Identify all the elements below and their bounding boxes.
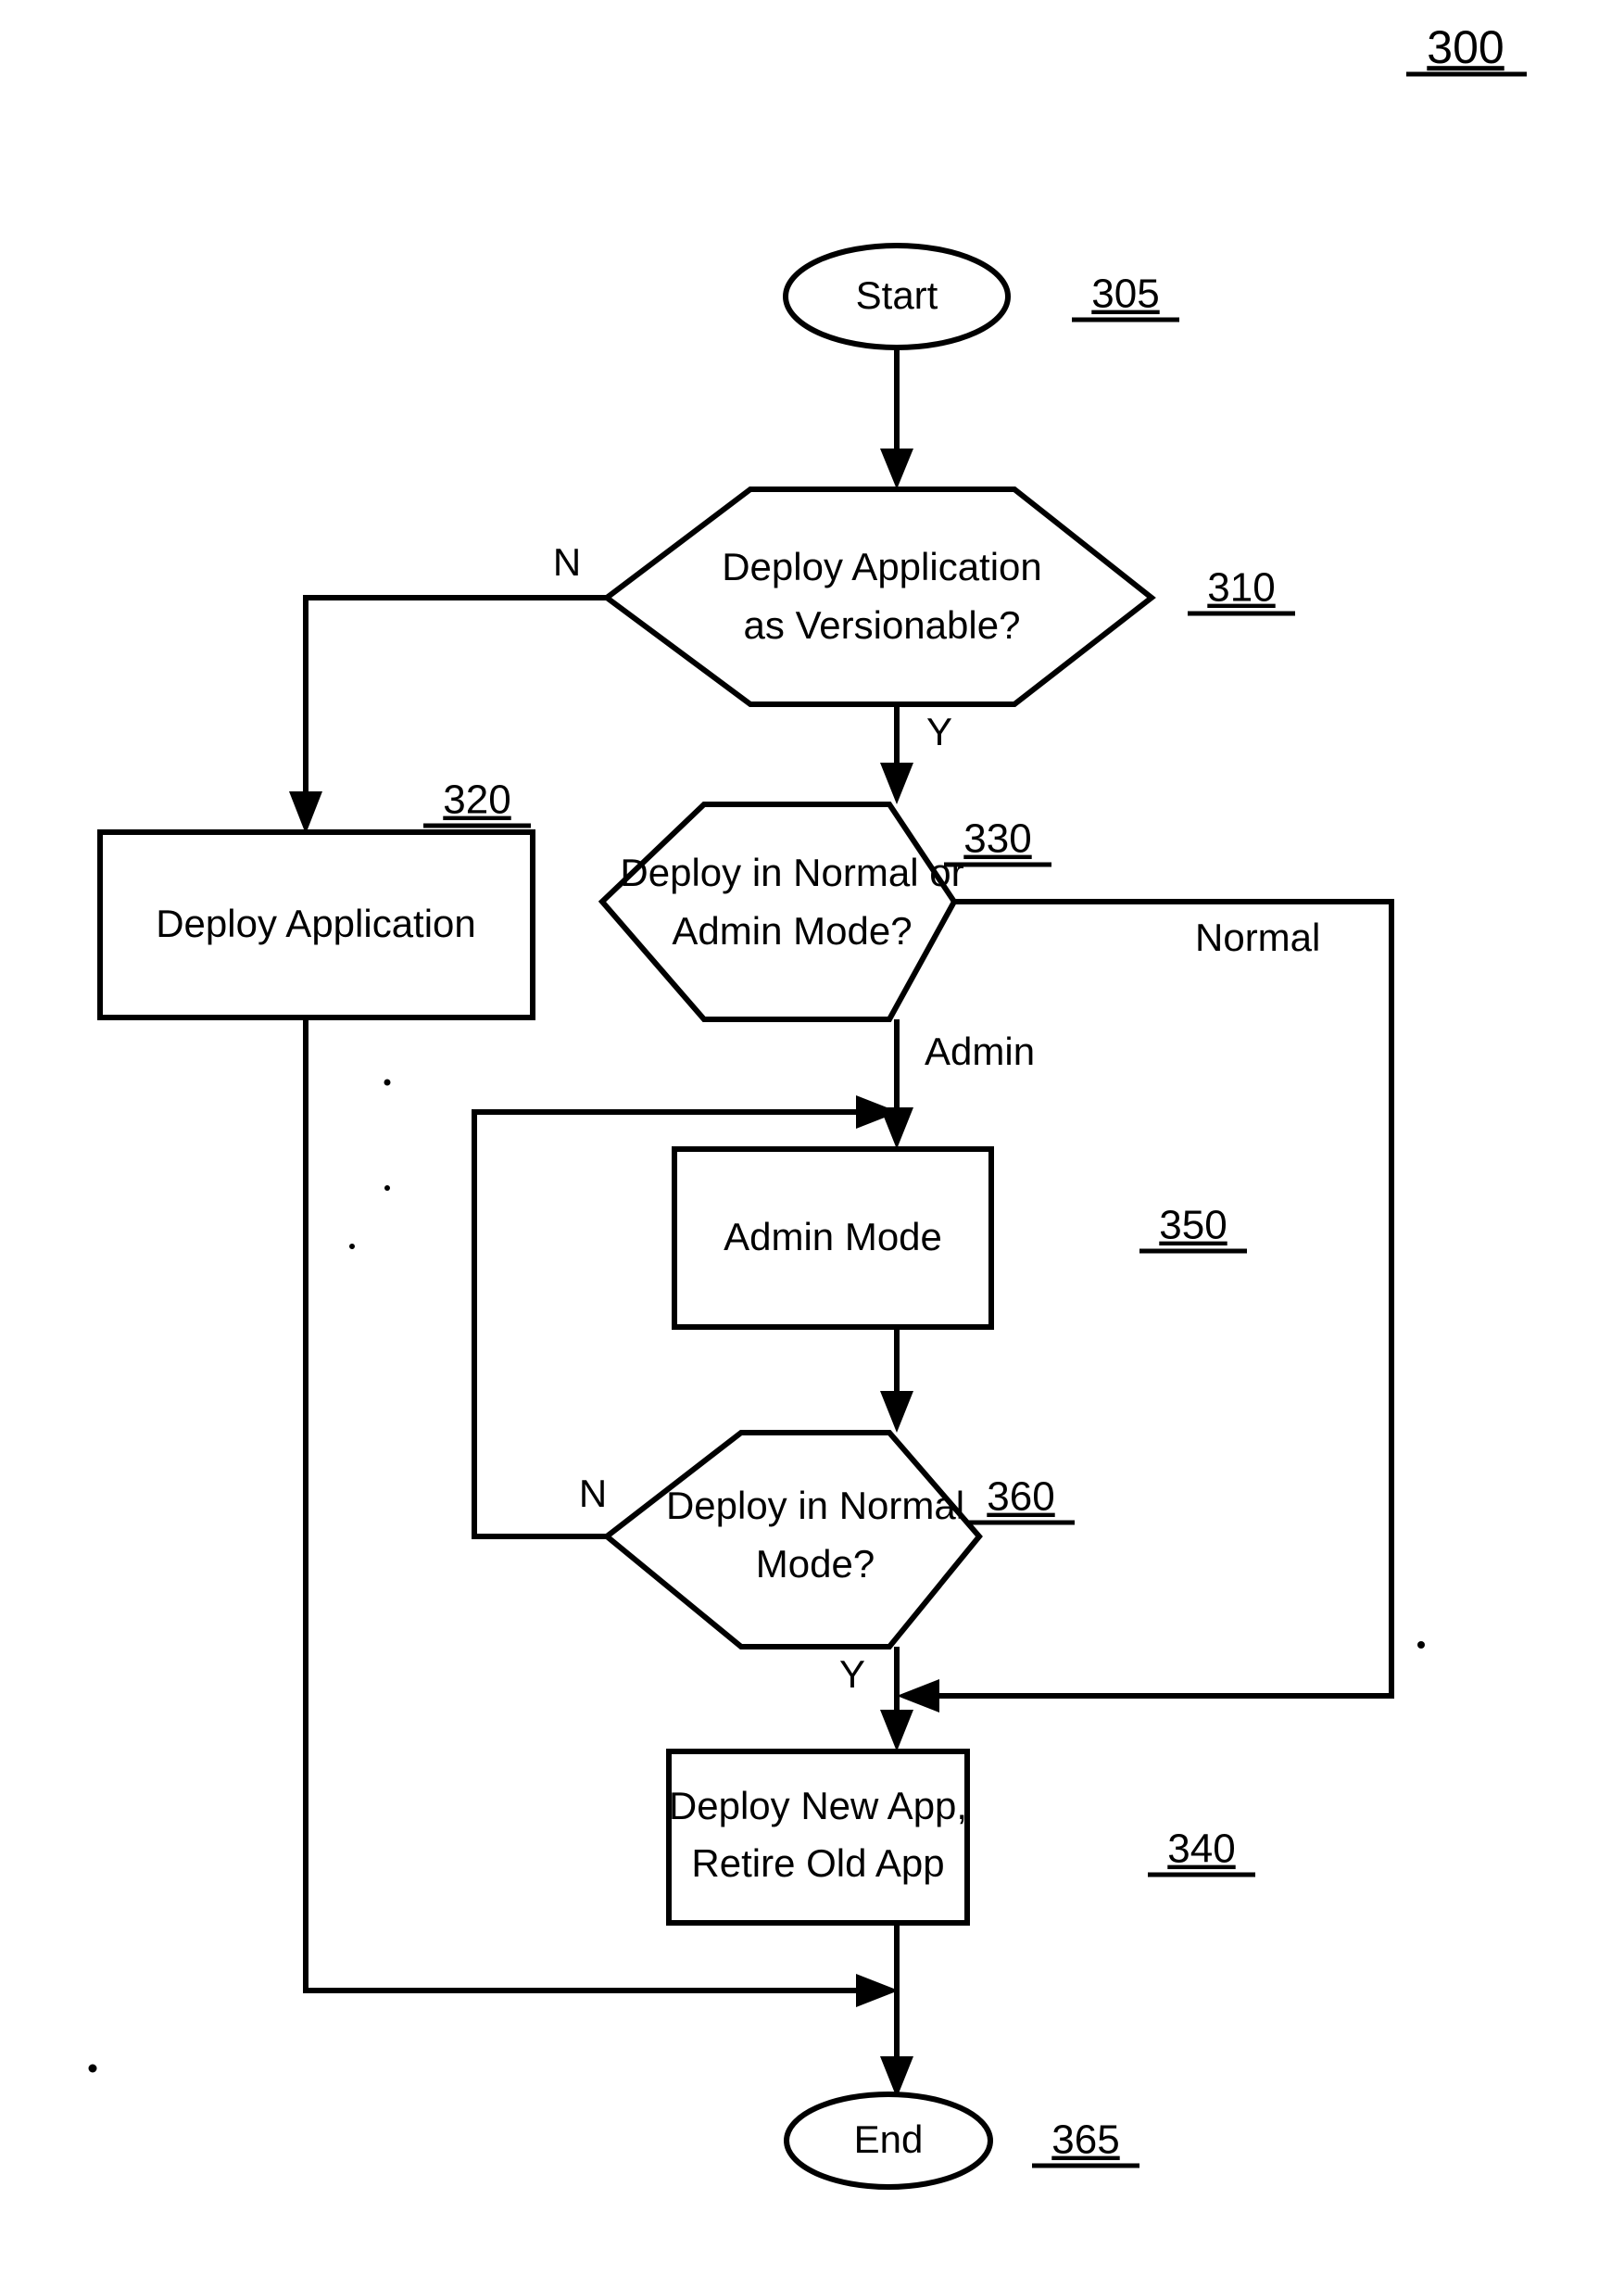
node-deploy-new-app[interactable]: Deploy New App, Retire Old App: [666, 1749, 970, 1926]
node-start[interactable]: Start: [783, 243, 1011, 350]
edge-label-mode-admin: Admin: [925, 1030, 1035, 1073]
ref-320: 320: [423, 777, 531, 828]
edge-310-yes-to-330: [880, 706, 913, 804]
decision-versionable-label-line2: as Versionable?: [744, 603, 1021, 647]
deploy-new-app-label-line2: Retire Old App: [691, 1841, 944, 1885]
ref-350-text: 350: [1159, 1203, 1227, 1248]
figure-page: 300 Start 305 Deploy Application as Vers…: [0, 0, 1624, 2275]
edge-label-normal-mode-yes: Y: [839, 1652, 865, 1696]
decision-mode-label-line2: Admin Mode?: [672, 909, 912, 953]
decision-versionable-label-line1: Deploy Application: [722, 545, 1042, 588]
deploy-application-label: Deploy Application: [156, 902, 476, 945]
node-decision-mode[interactable]: Deploy in Normal or Admin Mode?: [598, 802, 964, 1022]
end-label: End: [854, 2117, 924, 2161]
figure-number-text: 300: [1427, 21, 1504, 73]
node-decision-normal-mode[interactable]: Deploy in Normal Mode?: [602, 1430, 983, 1649]
ref-330-text: 330: [963, 816, 1031, 862]
edge-330-admin-to-350: [880, 1019, 913, 1149]
edge-label-versionable-yes: Y: [926, 710, 952, 753]
ref-310: 310: [1188, 565, 1295, 616]
deploy-new-app-shape: [666, 1749, 970, 1926]
figure-number: 300: [1406, 21, 1527, 77]
ref-310-text: 310: [1207, 565, 1275, 611]
flowchart-canvas: 300 Start 305 Deploy Application as Vers…: [88, 21, 1527, 2190]
ref-360: 360: [967, 1474, 1075, 1525]
ref-365: 365: [1032, 2117, 1139, 2168]
ref-350: 350: [1139, 1203, 1247, 1254]
edge-label-mode-normal: Normal: [1195, 916, 1320, 959]
edge-label-normal-mode-no: N: [579, 1472, 607, 1515]
ref-365-text: 365: [1051, 2117, 1119, 2163]
decision-normal-mode-label-line1: Deploy in Normal: [666, 1484, 964, 1527]
ref-360-text: 360: [987, 1474, 1054, 1520]
deploy-new-app-label-line1: Deploy New App,: [669, 1784, 967, 1827]
edge-340-to-end: [880, 1923, 913, 2098]
node-end[interactable]: End: [784, 2092, 993, 2190]
ref-305: 305: [1072, 272, 1179, 322]
node-deploy-application[interactable]: Deploy Application: [97, 829, 535, 1020]
decision-normal-mode-label-line2: Mode?: [756, 1542, 875, 1586]
edge-350-to-360: [880, 1327, 913, 1433]
decision-normal-mode-shape: [602, 1430, 983, 1649]
decision-versionable-shape: [601, 487, 1156, 707]
ref-320-text: 320: [443, 777, 510, 823]
decision-mode-label-line1: Deploy in Normal or: [620, 851, 963, 894]
node-admin-mode[interactable]: Admin Mode: [672, 1146, 994, 1330]
admin-mode-label: Admin Mode: [724, 1215, 942, 1258]
edge-label-versionable-no: N: [553, 540, 581, 584]
start-label: Start: [856, 273, 938, 317]
node-decision-versionable[interactable]: Deploy Application as Versionable?: [601, 487, 1156, 707]
edge-start-to-310: [880, 348, 913, 489]
ref-340: 340: [1148, 1826, 1255, 1877]
ref-305-text: 305: [1091, 272, 1159, 317]
ref-340-text: 340: [1167, 1826, 1235, 1872]
